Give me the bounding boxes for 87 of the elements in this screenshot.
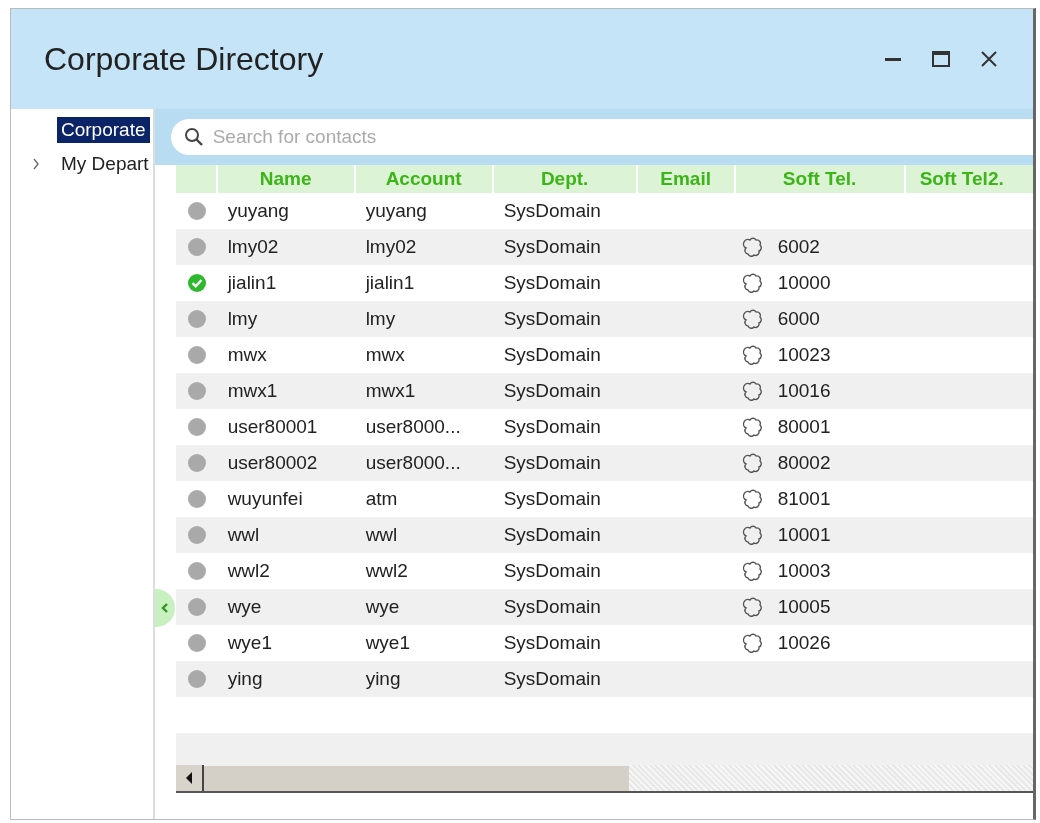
collapse-sidebar-button[interactable] [154,589,175,627]
table-cell: SysDomain [503,380,601,402]
scroll-left-button[interactable] [175,765,204,791]
table-cell: jialin1 [227,272,277,294]
table-cell: 10005 [777,596,831,618]
cloud-icon [741,380,764,402]
table-cell: wwl2 [227,560,270,582]
table-cell: wye [227,596,262,618]
tree-item[interactable]: My Depart [57,151,153,177]
table-cell: SysDomain [503,668,601,690]
table-row[interactable]: lmy lmy SysDomain 6000 [175,301,1033,337]
minimize-icon [885,57,901,61]
table-cell: 6000 [777,308,820,330]
cloud-icon [741,236,764,258]
table-cell: user80002 [227,452,318,474]
table-cell: wye1 [227,632,272,654]
table-cell: yuyang [227,200,289,222]
table-cell: 81001 [777,488,831,510]
table-row[interactable]: wwl wwl SysDomain 10001 [175,517,1033,553]
cloud-icon [741,308,764,330]
search-field[interactable]: Search for contacts [170,119,1033,155]
table-cell: 10003 [777,560,831,582]
table-cell: mwx [227,344,267,366]
table-cell: wwl [365,524,398,546]
chevron-left-icon [160,602,169,614]
cloud-icon [741,524,764,546]
table-row[interactable]: lmy02 lmy02 SysDomain 6002 [175,229,1033,265]
window-title: Corporate Directory [44,40,325,78]
table-cell: SysDomain [503,524,601,546]
table-cell: 10016 [777,380,831,402]
table-cell: 10026 [777,632,831,654]
table-cell: 6002 [777,236,820,258]
table-cell: 10001 [777,524,831,546]
table-cell: atm [365,488,398,510]
cloud-icon [741,452,764,474]
column-header [175,165,218,193]
table-cell: SysDomain [503,632,601,654]
scrollbar-thumb[interactable] [203,765,629,791]
table-cell: wwl2 [365,560,408,582]
table-row[interactable]: wye wye SysDomain 10005 [175,589,1033,625]
cloud-icon [741,488,764,510]
table-cell: SysDomain [503,308,601,330]
table-cell: user8000... [365,452,461,474]
table-cell: 10023 [777,344,831,366]
triangle-left-icon [184,772,193,784]
table-row[interactable]: ying ying SysDomain [175,661,1033,697]
table-cell: 80002 [777,452,831,474]
cloud-icon [741,632,764,654]
table-cell: mwx1 [227,380,278,402]
table-cell: lmy02 [227,236,279,258]
close-icon [979,49,999,69]
cloud-icon [741,416,764,438]
cloud-icon [741,272,764,294]
table-cell: SysDomain [503,596,601,618]
table-cell: wwl [227,524,260,546]
table-cell: SysDomain [503,488,601,510]
cloud-icon [741,344,764,366]
table-cell: wye1 [365,632,410,654]
search-icon [182,126,205,148]
table-cell: SysDomain [503,344,601,366]
cloud-icon [741,560,764,582]
table-cell: lmy02 [365,236,417,258]
cloud-icon [741,596,764,618]
table-cell: user80001 [227,416,318,438]
tree-item[interactable]: Corporate [57,117,150,143]
table-cell: SysDomain [503,236,601,258]
table-cell: wye [365,596,400,618]
table-row[interactable]: mwx1 mwx1 SysDomain 10016 [175,373,1033,409]
table-cell: user8000... [365,416,461,438]
table-cell: ying [227,668,263,690]
table-cell: SysDomain [503,200,601,222]
table-cell: SysDomain [503,272,601,294]
table-cell: mwx1 [365,380,416,402]
table-cell: jialin1 [365,272,415,294]
table-cell: 80001 [777,416,831,438]
table-cell: 10000 [777,272,831,294]
table-cell: mwx [365,344,405,366]
maximize-icon [931,49,951,69]
table-cell: wuyunfei [227,488,303,510]
table-row[interactable]: user80002 user8000... SysDomain 80002 [175,445,1033,481]
table-cell: ying [365,668,401,690]
table-cell: lmy [227,308,258,330]
table-cell: yuyang [365,200,427,222]
table-cell: SysDomain [503,452,601,474]
table-cell: lmy [365,308,396,330]
table-cell: SysDomain [503,416,601,438]
table-cell: SysDomain [503,560,601,582]
